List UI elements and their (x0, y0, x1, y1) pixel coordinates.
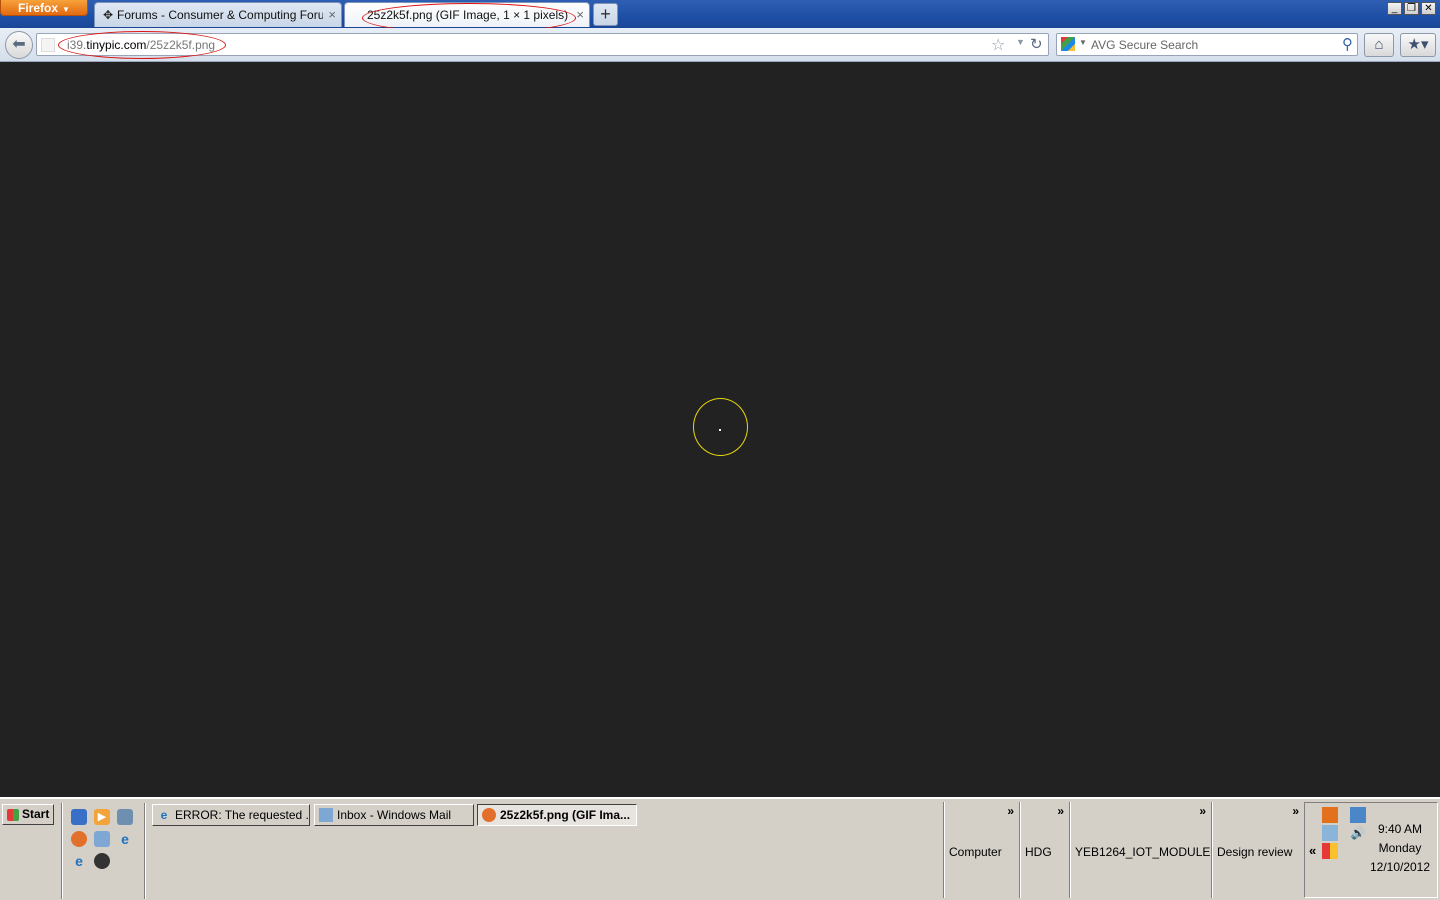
taskbar-separator (144, 803, 146, 899)
internet-explorer-icon: e (160, 808, 168, 822)
toolbar-label: Design review (1217, 845, 1293, 859)
toolbar-chevron-icon[interactable]: » (1007, 804, 1014, 818)
back-button[interactable]: ⬅ (5, 31, 33, 59)
toolbar-hdg[interactable]: » HDG (1019, 802, 1069, 898)
home-button[interactable]: ⌂ (1364, 33, 1394, 57)
globe-icon[interactable] (94, 853, 110, 869)
system-clock[interactable]: 9:40 AM Monday 12/10/2012 (1360, 820, 1440, 877)
close-window-button[interactable]: ✕ (1421, 2, 1436, 15)
start-label: Start (22, 807, 50, 821)
dropdown-arrow-icon: ▼ (62, 5, 70, 14)
printer-icon[interactable] (1322, 825, 1338, 841)
title-bar: Firefox ▼ ✥ Forums - Consumer & Computing… (0, 0, 1440, 28)
toolbar-yeb1264[interactable]: » YEB1264_IOT_MODULE (1069, 802, 1211, 898)
clock-time: 9:40 AM (1377, 822, 1423, 836)
java-icon[interactable] (1322, 807, 1338, 823)
toolbar-label: YEB1264_IOT_MODULE (1075, 845, 1211, 859)
tab-label: Forums - Consumer & Computing Forum -... (117, 8, 323, 22)
bookmark-star-icon[interactable]: ☆ (991, 35, 1005, 55)
taskbar: Start ▶ e e e ERROR: The requested ... I… (0, 797, 1440, 900)
toolbar-chevron-icon[interactable]: » (1057, 804, 1064, 818)
toolbar-label: Computer (949, 845, 1002, 859)
search-engine-icon[interactable] (1061, 37, 1075, 51)
search-bar: ▼ ⚲ (1056, 33, 1358, 56)
firefox-menu-label: Firefox (18, 1, 59, 15)
image-viewport (0, 63, 1440, 797)
search-engine-dropdown-icon[interactable]: ▼ (1079, 38, 1087, 47)
back-arrow-icon: ⬅ (12, 36, 26, 53)
mail-icon (319, 808, 333, 822)
search-input[interactable] (1091, 36, 1331, 53)
cursor-highlight-circle (693, 398, 748, 456)
toolbar-design-review[interactable]: » Design review (1211, 802, 1304, 898)
tab-close-icon[interactable]: × (576, 3, 584, 27)
task-label: 25z2k5f.png (GIF Ima... (500, 808, 631, 822)
clock-day: Monday (1378, 841, 1422, 855)
toolbar-chevron-icon[interactable]: » (1292, 804, 1299, 818)
task-button-firefox[interactable]: 25z2k5f.png (GIF Ima... (477, 804, 637, 826)
one-pixel-image (719, 429, 721, 431)
network-icon[interactable] (117, 809, 133, 825)
toolbar-computer[interactable]: » Computer (943, 802, 1019, 898)
restore-button[interactable]: ❐ (1404, 2, 1419, 15)
internet-explorer-icon[interactable]: e (117, 831, 133, 847)
start-button[interactable]: Start (2, 804, 54, 825)
history-dropdown-icon[interactable]: ▼ (1016, 37, 1025, 47)
firefox-icon[interactable] (71, 831, 87, 847)
windows-logo-icon (7, 809, 19, 821)
toolbar-label: HDG (1025, 845, 1052, 859)
bookmarks-button[interactable]: ★▾ (1400, 33, 1436, 57)
annotation-ellipse-url (58, 31, 226, 59)
reload-icon[interactable]: ↻ (1030, 35, 1043, 53)
show-desktop-icon[interactable] (71, 809, 87, 825)
task-button-ie-error[interactable]: e ERROR: The requested ... (152, 804, 310, 826)
firefox-menu-button[interactable]: Firefox ▼ (0, 0, 88, 16)
bookmarks-icon: ★▾ (1407, 36, 1429, 53)
task-label: Inbox - Windows Mail (337, 808, 452, 822)
security-alert-icon[interactable] (1322, 843, 1338, 859)
clock-date: 12/10/2012 (1369, 860, 1431, 874)
firefox-icon (482, 808, 496, 822)
internet-explorer-icon[interactable]: e (71, 853, 87, 869)
ti-logo-icon: ✥ (102, 8, 114, 22)
site-identity-icon[interactable] (41, 38, 55, 52)
new-tab-button[interactable]: + (593, 3, 618, 26)
tray-expand-icon[interactable]: « (1309, 843, 1316, 858)
media-player-icon[interactable]: ▶ (94, 809, 110, 825)
taskbar-separator (61, 803, 63, 899)
home-icon: ⌂ (1374, 36, 1384, 53)
search-icon[interactable]: ⚲ (1342, 35, 1353, 53)
tab-close-icon[interactable]: × (328, 3, 336, 27)
task-label: ERROR: The requested ... (175, 808, 310, 822)
toolbar-chevron-icon[interactable]: » (1199, 804, 1206, 818)
mail-icon[interactable] (94, 831, 110, 847)
tab-forums[interactable]: ✥ Forums - Consumer & Computing Forum -.… (94, 2, 342, 27)
task-button-windows-mail[interactable]: Inbox - Windows Mail (314, 804, 474, 826)
minimize-button[interactable]: _ (1387, 2, 1402, 15)
